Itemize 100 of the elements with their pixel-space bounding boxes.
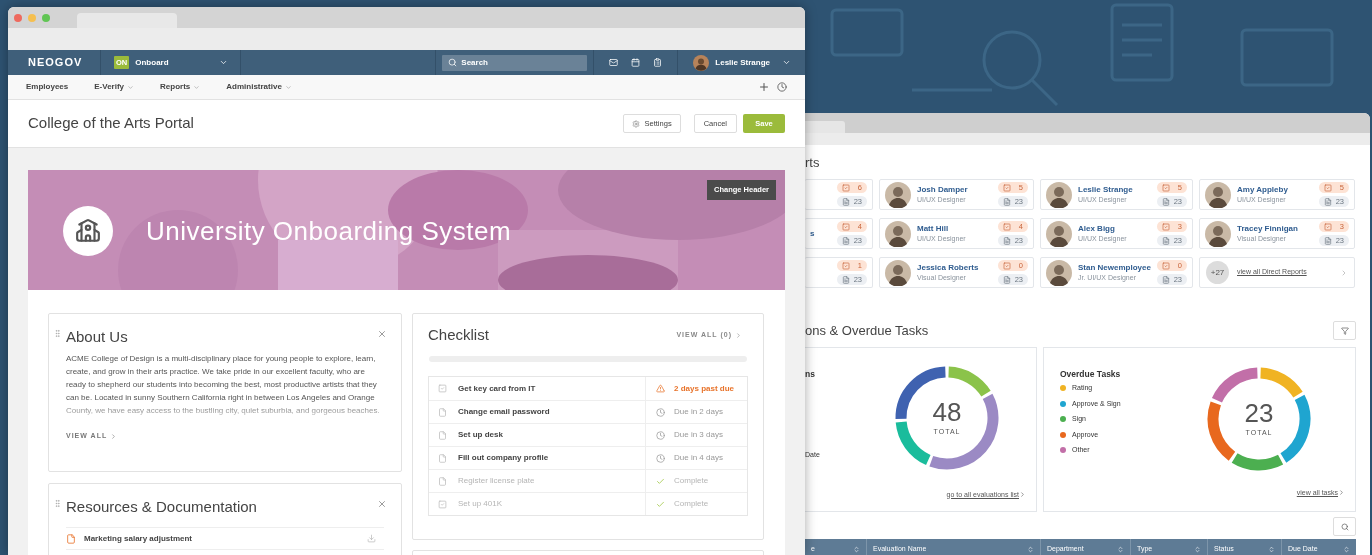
inbox-icon[interactable] [609, 58, 619, 67]
task-icon [1003, 261, 1011, 270]
total-value: 48 [932, 398, 962, 425]
task-name: Change email password [458, 406, 550, 418]
card-title: ns [805, 368, 815, 381]
task-icon [842, 261, 850, 270]
nav-item[interactable]: Employees [26, 81, 69, 93]
task-icon [1162, 222, 1170, 231]
task-name: Set up 401K [458, 498, 503, 510]
task-icon [1324, 222, 1332, 231]
task-icon [1162, 261, 1170, 270]
resource-item[interactable]: Marketing salary adjustment [66, 528, 384, 550]
person-name: Josh Damper [917, 186, 969, 194]
nav-item[interactable]: Reports [160, 81, 201, 93]
task-name: Get key card from IT [458, 382, 536, 395]
document-icon [438, 407, 447, 417]
school-icon [75, 218, 101, 244]
document-icon [438, 476, 447, 486]
due-status: Complete [674, 498, 709, 510]
document-icon [842, 197, 850, 206]
settings-icon [631, 119, 640, 128]
task-icon [1003, 222, 1011, 231]
avatar [1046, 181, 1072, 208]
task-icon [842, 222, 850, 231]
chevron-right-icon [1340, 268, 1348, 277]
task-row[interactable]: Get key card from IT 2 days past due [429, 377, 747, 400]
close-icon[interactable] [377, 329, 387, 339]
filter-button[interactable] [1333, 321, 1356, 340]
total-value: 23 [1244, 399, 1274, 426]
clock-icon [656, 407, 665, 417]
clock-icon [656, 453, 665, 463]
banner-title: University Onboarding System [146, 214, 512, 248]
task-icon [1162, 183, 1170, 192]
avatar [1046, 220, 1072, 247]
due-status: Due in 4 days [674, 452, 723, 464]
search-icon [448, 58, 458, 67]
chevron-right-icon [735, 331, 742, 339]
nav-item[interactable]: Administrative [226, 81, 292, 93]
avatar [885, 220, 911, 247]
avatar [1205, 181, 1231, 208]
search-button[interactable] [1333, 517, 1356, 536]
document-icon [438, 453, 447, 463]
sort-icon [853, 545, 860, 553]
person-name: Alex Bigg [1078, 225, 1116, 233]
nav-item[interactable]: E-Verify [94, 81, 135, 93]
sort-icon [1194, 545, 1201, 553]
document-icon [1162, 197, 1170, 206]
pdf-file-icon [66, 533, 76, 544]
clipboard-icon[interactable] [653, 58, 663, 67]
history-icon[interactable] [777, 82, 787, 92]
avatar [693, 54, 710, 71]
search-icon [1340, 522, 1349, 531]
page-title: College of the Arts Portal [28, 113, 195, 134]
task-row[interactable]: Change email password Due in 2 days [429, 400, 747, 423]
checkbox-icon [438, 384, 447, 393]
drag-handle-icon[interactable] [53, 499, 62, 508]
document-icon [1162, 275, 1170, 284]
person-name: Tracey Finnigan [1237, 225, 1299, 233]
document-icon [842, 236, 850, 245]
task-name: Register license plate [458, 475, 535, 487]
download-icon[interactable] [367, 534, 376, 543]
task-name: Set up desk [458, 429, 503, 441]
document-icon [1162, 236, 1170, 245]
search-field[interactable]: Search [442, 54, 588, 71]
checkbox-icon [438, 499, 447, 509]
chevron-down-icon [782, 58, 791, 67]
document-icon [1324, 236, 1332, 245]
document-icon [1324, 197, 1332, 206]
close-icon[interactable] [377, 499, 387, 509]
document-icon [1003, 275, 1011, 284]
more-count: +27 [1206, 261, 1229, 284]
card-title: Resources & Documentation [66, 497, 257, 517]
avatar [1046, 259, 1072, 286]
sort-icon [1343, 545, 1350, 553]
filter-icon [1340, 326, 1349, 335]
task-row[interactable]: Fill out company profile Due in 4 days [429, 446, 747, 469]
person-name: Stan Newemployee [1078, 264, 1151, 272]
check-icon [656, 499, 665, 509]
avatar [885, 181, 911, 208]
due-status: Complete [674, 475, 709, 487]
chevron-down-icon [219, 58, 228, 67]
calendar-icon[interactable] [631, 58, 641, 67]
chevron-right-icon [1338, 489, 1345, 497]
document-icon [842, 275, 850, 284]
add-icon[interactable] [758, 81, 770, 93]
section-title: rts [805, 156, 821, 169]
clock-icon [656, 430, 665, 440]
sort-icon [1268, 545, 1275, 553]
about-text: ACME College of Design is a multi-disciplinary place for young people to explore, learn, create, and grow in their arts practice. We take pride in our excellent faculty, who are ready to shepherd our students into becoming the best, most productive artists that they can be. Located in sunny Southern California right in between Los Angeles and Orange County, we have easy access to the bustling city, quiet suburbia, and gorgeous beaches. [66, 353, 381, 417]
avatar [1205, 220, 1231, 247]
check-icon [656, 476, 665, 486]
task-row[interactable]: Set up desk Due in 3 days [429, 423, 747, 446]
task-name: Fill out company profile [458, 452, 549, 464]
logo[interactable]: NEOGOV [8, 54, 100, 71]
chevron-right-icon [110, 432, 118, 440]
person-name: Leslie Strange [1078, 186, 1134, 194]
card-title: Checklist [428, 325, 489, 345]
user-menu[interactable]: Leslie Strange [678, 50, 805, 75]
drag-handle-icon[interactable] [53, 329, 62, 338]
avatar [885, 259, 911, 286]
